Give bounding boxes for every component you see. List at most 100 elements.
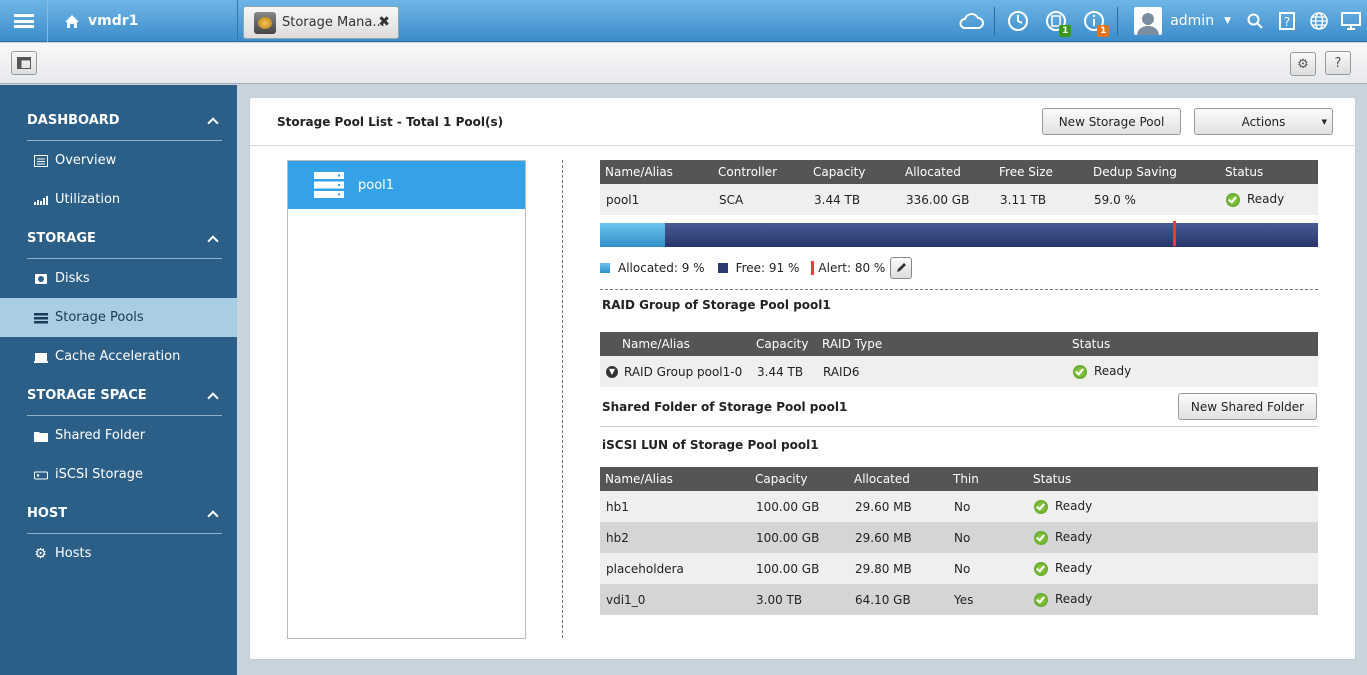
section-storage[interactable]: STORAGE	[0, 219, 237, 258]
clock-icon[interactable]	[999, 0, 1037, 42]
check-icon	[1073, 364, 1087, 379]
sidebar-item-cache-acceleration[interactable]: Cache Acceleration	[0, 337, 237, 376]
sidebar-item-disks[interactable]: Disks	[0, 259, 237, 298]
close-tab-icon[interactable]: ✖	[378, 14, 390, 30]
sidebar-item-iscsi-storage[interactable]: iSCSI Storage	[0, 455, 237, 494]
raid-section-title: RAID Group of Storage Pool pool1	[602, 298, 831, 312]
table-row[interactable]: hb2 100.00 GB 29.60 MB No Ready	[600, 522, 1318, 553]
cell: 100.00 GB	[750, 553, 849, 584]
table-row[interactable]: vdi1_0 3.00 TB 64.10 GB Yes Ready	[600, 584, 1318, 615]
main-menu-button[interactable]	[0, 0, 48, 42]
toggle-sidebar-button[interactable]	[11, 51, 37, 75]
status-cell: Ready	[1028, 553, 1318, 584]
search-icon[interactable]	[1239, 0, 1271, 42]
globe-icon[interactable]	[1303, 0, 1335, 42]
shared-folder-section-title: Shared Folder of Storage Pool pool1	[602, 400, 848, 414]
raid-name: RAID Group pool1-0	[624, 364, 743, 379]
user-menu[interactable]: admin ▼	[1170, 13, 1231, 29]
iscsi-icon	[33, 468, 48, 481]
sidebar-item-overview[interactable]: Overview	[0, 141, 237, 180]
section-dashboard[interactable]: DASHBOARD	[0, 101, 237, 140]
cell: 100.00 GB	[750, 522, 849, 553]
cell: No	[948, 522, 1028, 553]
tab-label: Storage Mana...	[282, 15, 385, 30]
app-toolbar: ⚙ ?	[0, 43, 1367, 84]
help-icon[interactable]: ?	[1271, 0, 1303, 42]
actions-dropdown[interactable]: Actions ▼	[1194, 108, 1333, 135]
section-storage-space[interactable]: STORAGE SPACE	[0, 376, 237, 415]
cell: No	[948, 553, 1028, 584]
svg-text:?: ?	[1284, 15, 1290, 29]
sidebar-item-label: Utilization	[55, 192, 121, 207]
home-icon	[65, 14, 79, 28]
col-header: Capacity	[750, 467, 849, 491]
alert-label: Alert: 80 %	[818, 261, 886, 275]
gear-icon: ⚙	[1297, 56, 1309, 72]
cell: hb2	[600, 522, 750, 553]
cell: No	[948, 491, 1028, 522]
chevron-up-icon	[207, 509, 219, 522]
sidebar-item-label: iSCSI Storage	[55, 467, 144, 482]
new-storage-pool-button[interactable]: New Storage Pool	[1042, 108, 1181, 135]
chevron-up-icon	[207, 116, 219, 129]
chevron-down-icon: ▼	[1224, 16, 1231, 26]
cloud-icon[interactable]	[952, 0, 990, 42]
pool-name: pool1	[358, 177, 395, 193]
free-swatch	[717, 263, 728, 273]
sidebar-item-shared-folder[interactable]: Shared Folder	[0, 416, 237, 455]
sidebar-item-label: Overview	[55, 153, 117, 168]
list-item-pool1[interactable]: pool1	[288, 161, 525, 209]
help-button[interactable]: ?	[1325, 51, 1351, 75]
expand-icon[interactable]: ▼	[606, 366, 618, 378]
col-header: Capacity	[751, 332, 817, 356]
divider	[1117, 7, 1119, 35]
cell: 29.60 MB	[849, 522, 948, 553]
sidebar-item-utilization[interactable]: Utilization	[0, 180, 237, 219]
divider	[600, 289, 1318, 290]
check-icon	[1034, 592, 1048, 607]
cell: 29.80 MB	[849, 553, 948, 584]
cell: 3.00 TB	[750, 584, 849, 615]
overview-icon	[33, 154, 48, 167]
host-name: vmdr1	[88, 13, 139, 29]
top-bar: vmdr1 Storage Mana... ✖ 1 1 admin ▼ ?	[0, 0, 1367, 42]
edit-alert-button[interactable]	[890, 257, 913, 279]
sidebar-item-storage-pools[interactable]: Storage Pools	[0, 298, 237, 337]
status-cell: Ready	[1220, 184, 1318, 215]
settings-button[interactable]: ⚙	[1290, 52, 1316, 76]
sidebar-item-label: Hosts	[55, 546, 92, 561]
section-host[interactable]: HOST	[0, 494, 237, 533]
table-row[interactable]: placeholdera 100.00 GB 29.80 MB No Ready	[600, 553, 1318, 584]
storage-manager-icon	[254, 11, 276, 34]
chart-icon	[33, 193, 48, 206]
col-header: Thin	[948, 467, 1028, 491]
question-icon: ?	[1334, 55, 1342, 71]
sidebar-item-label: Cache Acceleration	[55, 349, 181, 364]
new-shared-folder-button[interactable]: New Shared Folder	[1178, 393, 1317, 420]
allocated-swatch	[600, 263, 610, 273]
cell: 3.44 TB	[751, 356, 817, 387]
backup-icon[interactable]: 1	[1037, 0, 1075, 42]
usage-bar-alert-marker	[1173, 221, 1177, 246]
avatar[interactable]	[1134, 7, 1163, 35]
tab-storage-manager[interactable]: Storage Mana... ✖	[243, 6, 399, 39]
table-row[interactable]: hb1 100.00 GB 29.60 MB No Ready	[600, 491, 1318, 522]
cell: 336.00 GB	[900, 184, 994, 215]
home-button[interactable]: vmdr1	[48, 0, 238, 42]
divider	[994, 7, 996, 35]
status-text: Ready	[1055, 499, 1093, 514]
divider	[562, 160, 563, 638]
info-badge: 1	[1097, 25, 1110, 37]
sidebar-item-label: Storage Pools	[55, 310, 144, 325]
col-header: Name/Alias	[600, 160, 713, 184]
free-label: Free: 91 %	[735, 261, 800, 275]
sidebar-item-hosts[interactable]: ⚙ Hosts	[0, 534, 237, 573]
status-text: Ready	[1055, 561, 1093, 576]
table-row[interactable]: pool1 SCA 3.44 TB 336.00 GB 3.11 TB 59.0…	[600, 184, 1318, 215]
monitor-icon[interactable]	[1335, 0, 1367, 42]
check-icon	[1034, 499, 1048, 514]
allocated-label: Allocated: 9 %	[618, 261, 705, 275]
table-row[interactable]: ▼ RAID Group pool1-0 3.44 TB RAID6 Ready	[600, 356, 1318, 387]
info-icon[interactable]: 1	[1075, 0, 1113, 42]
cell: 59.0 %	[1088, 184, 1220, 215]
